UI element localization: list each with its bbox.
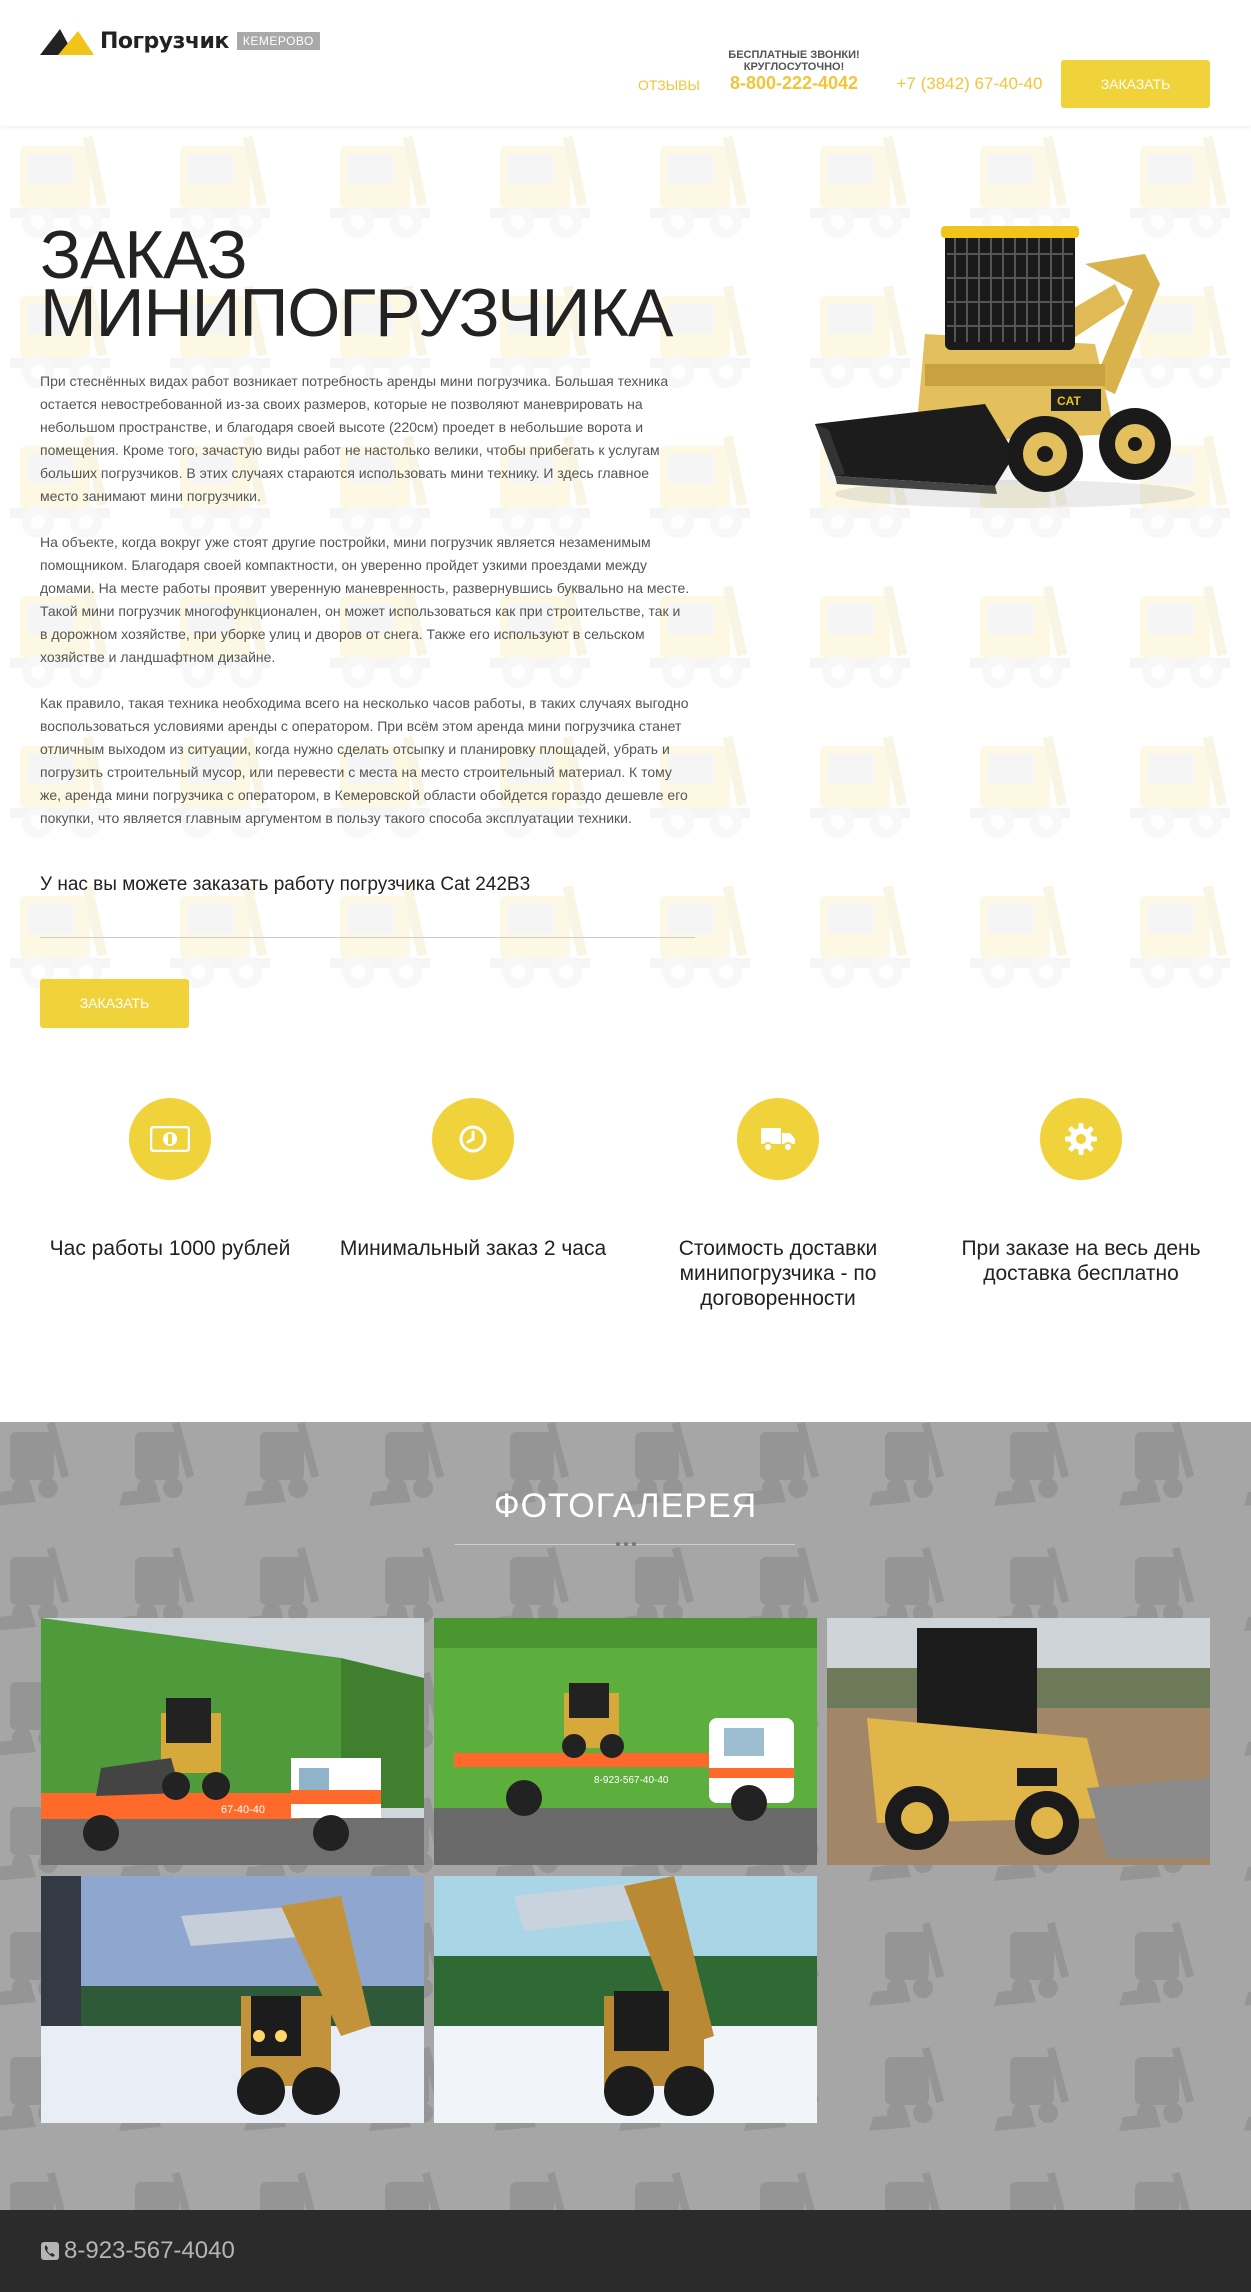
reviews-link[interactable]: ОТЗЫВЫ [638,77,700,93]
city-phone-link[interactable]: +7 (3842) 67-40-40 [892,74,1047,94]
free-calls-line1: БЕСПЛАТНЫЕ ЗВОНКИ! [728,49,860,61]
hero-paragraph-2: На объекте, когда вокруг уже стоят други… [40,534,690,665]
hero-paragraph-3: Как правило, такая техника необходима вс… [40,695,689,826]
footer-phone-text: 8-923-567-4040 [64,2237,235,2264]
feature-item: Час работы 1000 рублей [30,1098,310,1261]
divider-ornament-icon [616,1542,636,1546]
footer-phone-link[interactable]: 8-923-567-4040 [40,2237,235,2265]
truck-sign-text: 67-40-40 [221,1804,265,1816]
skid-steer-loader-image: CAT [815,226,1195,508]
hero-divider [40,937,695,938]
hero-subheading: У нас вы можете заказать работу погрузчи… [40,874,531,895]
hero-description: При стеснённых видах работ возникает пот… [40,370,690,853]
feature-label: При заказе на весь день доставка бесплат… [961,1237,1201,1285]
hero-title-line2: МИНИПОГРУЗЧИКА [40,275,673,351]
gallery-photo-4[interactable] [41,1876,424,2123]
feature-label: Час работы 1000 рублей [49,1237,291,1260]
free-calls-line2: КРУГЛОСУТОЧНО! [743,61,845,73]
feature-label: Стоимость доставки минипогрузчика - по д… [678,1237,878,1310]
truck-sign-text: 8-923-567-40-40 [594,1775,669,1786]
gallery-section: ФОТОГАЛЕРЕЯ 67-40-40 8-923-567-40-40 [0,1422,1251,2210]
logo-text: Погрузчик [100,28,229,54]
gallery-photo-2[interactable]: 8-923-567-40-40 [434,1618,817,1865]
logo-mountain-icon [40,29,94,55]
feature-item: Минимальный заказ 2 часа [333,1098,613,1261]
gallery-photo-5[interactable] [434,1876,817,2123]
gallery-title: ФОТОГАЛЕРЕЯ [493,1487,758,1525]
svg-text:CAT: CAT [1057,394,1081,408]
features-section: Час работы 1000 рублей Минимальный заказ… [0,1028,1251,1422]
site-footer: 8-923-567-4040 [0,2210,1251,2292]
hero-title: ЗАКАЗ МИНИПОГРУЗЧИКА [40,221,740,347]
feature-item: Стоимость доставки минипогрузчика - по д… [638,1098,918,1311]
hero-section: ЗАКАЗ МИНИПОГРУЗЧИКА При стеснённых вида… [0,126,1251,1028]
header-order-button[interactable]: ЗАКАЗАТЬ [1061,60,1210,108]
feature-item: При заказе на весь день доставка бесплат… [941,1098,1221,1286]
gallery-photo-3[interactable] [827,1618,1210,1865]
logo[interactable]: Погрузчик КЕМЕРОВО [40,24,320,58]
phone-icon [41,2242,59,2260]
feature-label: Минимальный заказ 2 часа [339,1237,607,1260]
free-phone-link[interactable]: 8-800-222-4042 [700,73,888,94]
money-icon [129,1098,211,1180]
gear-icon [1040,1098,1122,1180]
gallery-photo-1[interactable]: 67-40-40 [41,1618,424,1865]
clock-icon [432,1098,514,1180]
free-calls-note: БЕСПЛАТНЫЕ ЗВОНКИ! КРУГЛОСУТОЧНО! [700,49,888,73]
truck-icon [737,1098,819,1180]
hero-paragraph-1: При стеснённых видах работ возникает пот… [40,373,669,504]
hero-order-button[interactable]: ЗАКАЗАТЬ [40,979,189,1028]
city-badge: КЕМЕРОВО [236,32,320,50]
site-header: Погрузчик КЕМЕРОВО ОТЗЫВЫ БЕСПЛАТНЫЕ ЗВО… [0,0,1251,126]
